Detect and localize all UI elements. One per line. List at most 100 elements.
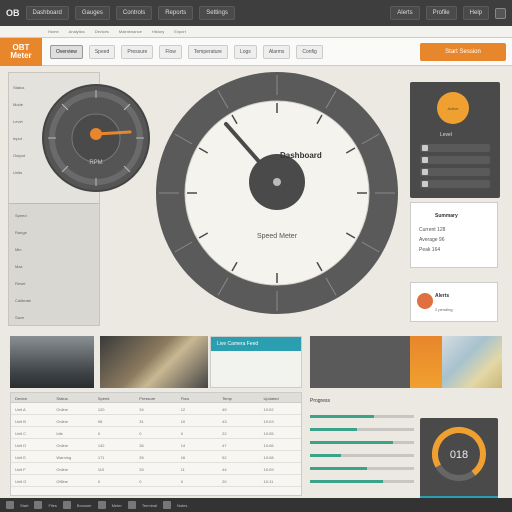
top-menu-item[interactable]: Reports: [158, 6, 194, 20]
secondary-nav-item[interactable]: Maintenance: [119, 29, 142, 34]
taskbar-item[interactable]: Files: [48, 503, 56, 508]
start-icon[interactable]: [6, 501, 14, 509]
table-cell: 31: [139, 419, 144, 424]
tab-temperature[interactable]: Temperature: [187, 44, 228, 59]
table-cell: 52: [222, 455, 227, 460]
table-row[interactable]: Unit F Online 110 33 11 44 10:09: [11, 463, 301, 475]
table-cell: Unit D: [15, 443, 27, 448]
control-toggle[interactable]: [420, 168, 490, 176]
tab-overview[interactable]: Overview: [50, 44, 83, 59]
table-row[interactable]: Unit A Online 120 34 12 45 10:02: [11, 403, 301, 415]
browser-icon[interactable]: [62, 501, 71, 509]
sidebar-lower-item[interactable]: Calibrate: [15, 298, 99, 303]
table-cell: 12: [180, 407, 186, 412]
table-cell: 10:11: [263, 479, 274, 484]
camera-thumbnail[interactable]: [100, 336, 208, 388]
meter-icon[interactable]: [97, 501, 106, 509]
taskbar-item[interactable]: Meter: [112, 503, 122, 508]
taskbar: Start Files Browser Meter Terminal Notes: [0, 498, 512, 512]
sidebar-lower-item[interactable]: Reset: [15, 281, 99, 286]
sidebar-lower-item[interactable]: Max: [15, 264, 99, 269]
profile-button[interactable]: Profile: [425, 6, 457, 20]
notes-icon[interactable]: [162, 501, 171, 509]
table-row[interactable]: Unit D Online 142 36 14 47 10:06: [11, 439, 301, 451]
column-header[interactable]: Pressure: [135, 393, 176, 402]
summary-line: Current 128: [419, 227, 446, 233]
tab-flow[interactable]: Flow: [159, 44, 182, 59]
alerts-button[interactable]: Alerts: [390, 6, 420, 20]
alerts-card[interactable]: Alerts 2 pending: [410, 282, 498, 322]
status-indicator[interactable]: Active: [437, 92, 469, 124]
toggle-knob[interactable]: [422, 157, 428, 163]
table-cell: 34: [139, 407, 144, 412]
value-gauge-panel: 018: [420, 418, 498, 504]
tab-speed[interactable]: Speed: [88, 44, 116, 59]
table-row[interactable]: Unit B Online 98 31 10 43 10:03: [11, 415, 301, 427]
tab-logs[interactable]: Logs: [233, 44, 257, 59]
sidebar-lower-item[interactable]: Save: [15, 315, 99, 320]
progress-item: [310, 466, 414, 471]
toggle-knob[interactable]: [422, 145, 428, 151]
start-session-button[interactable]: Start Session: [420, 42, 506, 61]
taskbar-item[interactable]: Terminal: [142, 503, 157, 508]
table-cell: 39: [139, 455, 144, 460]
table-row[interactable]: Unit G Offline 0 0 0 20 10:11: [11, 475, 301, 487]
sidebar-lower-item[interactable]: Speed: [15, 213, 99, 218]
column-header[interactable]: Flow: [177, 393, 218, 402]
control-toggle[interactable]: [420, 156, 490, 164]
live-feed-banner[interactable]: Live Camera Feed: [210, 336, 302, 388]
column-header[interactable]: Updated: [260, 393, 301, 402]
help-button[interactable]: Help: [462, 6, 489, 20]
top-menu-item[interactable]: Dashboard: [25, 6, 69, 20]
summary-line: Peak 164: [419, 247, 441, 253]
sidebar-lower-item[interactable]: Range: [15, 230, 99, 235]
control-toggle[interactable]: [420, 144, 490, 152]
table-cell: 0: [139, 431, 142, 436]
progress-fill: [310, 428, 357, 431]
column-header[interactable]: Speed: [94, 393, 135, 402]
control-toggle[interactable]: [420, 180, 490, 188]
summary-card: Summary Current 128 Average 96 Peak 164: [410, 202, 498, 268]
app-logo: OB: [6, 8, 20, 18]
window-control-icon[interactable]: [495, 7, 506, 19]
toggle-knob[interactable]: [422, 169, 428, 175]
taskbar-item[interactable]: Notes: [177, 503, 187, 508]
taskbar-item[interactable]: Browser: [77, 503, 92, 508]
gauge-sublabel: Speed Meter: [257, 233, 298, 240]
progress-item: [310, 427, 414, 432]
secondary-nav-item[interactable]: Devices: [95, 29, 109, 34]
mini-gauge-label: RPM: [89, 160, 102, 166]
sidebar-lower-item[interactable]: Min: [15, 247, 99, 252]
top-menu-item[interactable]: Settings: [199, 6, 235, 20]
secondary-nav-item[interactable]: Export: [174, 29, 186, 34]
map-thumbnail[interactable]: [442, 336, 502, 388]
secondary-nav-item[interactable]: Home: [48, 29, 59, 34]
progress-list: [310, 414, 414, 484]
top-menu-item[interactable]: Controls: [115, 6, 153, 20]
tab-alarms[interactable]: Alarms: [262, 44, 291, 59]
terminal-icon[interactable]: [127, 501, 136, 509]
progress-title: Progress: [310, 398, 331, 404]
progress-item: [310, 414, 414, 419]
taskbar-item[interactable]: Start: [20, 503, 28, 508]
tab-pressure[interactable]: Pressure: [121, 44, 154, 59]
secondary-nav-item[interactable]: Analytics: [69, 29, 85, 34]
column-header[interactable]: Device: [11, 393, 52, 402]
table-row[interactable]: Unit E Warning 171 39 16 52 10:08: [11, 451, 301, 463]
right-control-panel: Active Level: [410, 82, 500, 198]
secondary-nav-item[interactable]: History: [152, 29, 164, 34]
table-cell: 43: [222, 419, 227, 424]
table-row[interactable]: Unit C Idle 0 0 0 22 10:05: [11, 427, 301, 439]
table-cell: 0: [97, 431, 101, 436]
table-cell: 98: [97, 419, 103, 424]
table-cell: 10:08: [263, 455, 274, 460]
top-menu-item[interactable]: Gauges: [74, 6, 110, 20]
camera-thumbnail[interactable]: [10, 336, 94, 388]
column-header[interactable]: Temp: [218, 393, 259, 402]
main-speed-gauge: Dashboard Speed Meter: [156, 72, 398, 314]
tab-config[interactable]: Config: [296, 44, 323, 59]
toggle-knob[interactable]: [422, 181, 428, 187]
column-header[interactable]: Status: [52, 393, 93, 402]
files-icon[interactable]: [34, 501, 43, 509]
alerts-subtitle: 2 pending: [435, 307, 453, 312]
